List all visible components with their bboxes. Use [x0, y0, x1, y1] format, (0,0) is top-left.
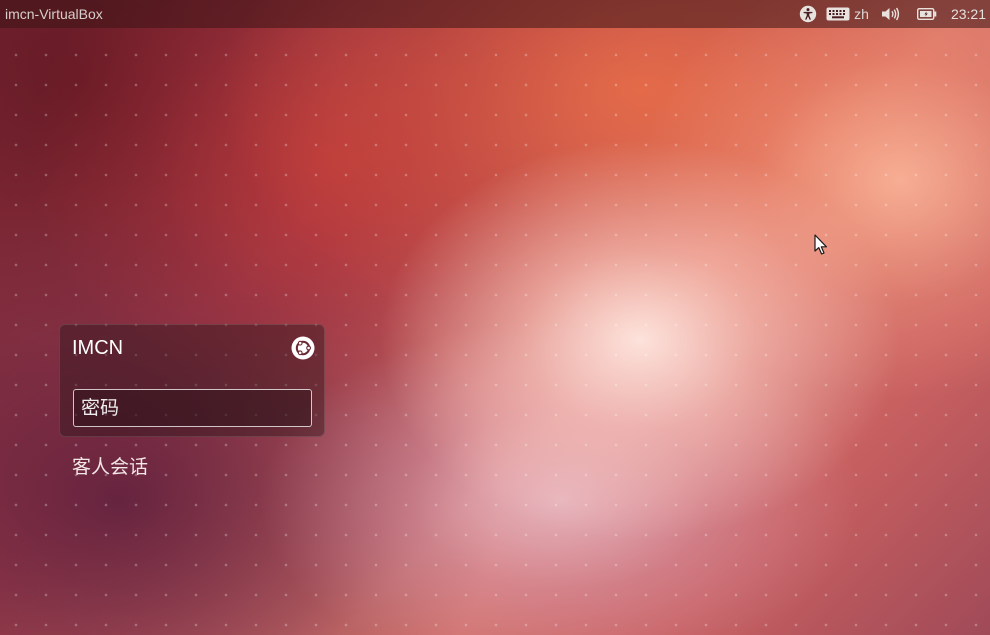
hostname-label: imcn-VirtualBox	[5, 6, 103, 22]
top-panel: imcn-VirtualBox zh 23:21	[0, 0, 990, 28]
accessibility-icon[interactable]	[799, 0, 817, 28]
language-indicator[interactable]: zh	[854, 6, 869, 22]
guest-session-button[interactable]: 客人会话	[72, 452, 148, 479]
mouse-pointer-icon	[814, 234, 828, 256]
indicator-area: zh 23:21	[799, 0, 986, 28]
speaker-volume-icon[interactable]	[881, 0, 901, 28]
keyboard-icon[interactable]	[826, 0, 850, 28]
user-name[interactable]: IMCN	[72, 337, 123, 360]
login-card: IMCN	[59, 324, 325, 437]
password-input[interactable]	[73, 389, 312, 427]
login-screen: imcn-VirtualBox zh 23:21 IMCN 客人会话	[0, 0, 990, 635]
ubuntu-session-icon[interactable]	[291, 336, 315, 360]
clock[interactable]: 23:21	[951, 6, 986, 22]
battery-icon[interactable]	[916, 0, 937, 28]
